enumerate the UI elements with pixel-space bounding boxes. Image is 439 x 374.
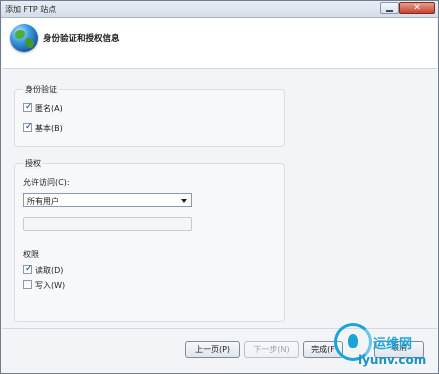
authorization-group-label: 授权 — [23, 158, 43, 169]
write-label: 写入(W) — [35, 281, 66, 290]
authentication-group — [14, 89, 285, 147]
footer-divider — [2, 328, 437, 329]
write-checkbox[interactable] — [23, 280, 32, 289]
allow-access-dropdown[interactable]: 所有用户 — [23, 193, 192, 207]
basic-checkbox[interactable]: ✓ — [23, 122, 33, 132]
next-button[interactable]: 下一步(N) — [244, 341, 299, 358]
globe-icon — [10, 24, 38, 52]
read-checkbox[interactable]: ✓ — [23, 264, 33, 274]
authentication-group-label: 身份验证 — [23, 84, 59, 95]
check-icon: ✓ — [25, 122, 33, 132]
check-icon: ✓ — [25, 264, 33, 274]
previous-button[interactable]: 上一页(P) — [185, 341, 240, 358]
title-bar: 添加 FTP 站点 ✕ — [1, 1, 438, 18]
chevron-down-icon — [181, 199, 187, 203]
users-roles-input[interactable] — [23, 217, 192, 231]
window-title: 添加 FTP 站点 — [5, 5, 57, 14]
basic-label: 基本(B) — [35, 124, 63, 133]
allow-access-value: 所有用户 — [27, 197, 59, 206]
watermark-text: 运维网 — [373, 337, 413, 352]
close-button[interactable]: ✕ — [399, 2, 435, 14]
anonymous-label: 匿名(A) — [35, 104, 63, 113]
wizard-header: 身份验证和授权信息 — [2, 18, 437, 69]
page-title: 身份验证和授权信息 — [43, 34, 120, 44]
check-icon: ✓ — [25, 102, 33, 112]
allow-access-label: 允许访问(C): — [23, 178, 70, 187]
anonymous-checkbox[interactable]: ✓ — [23, 102, 33, 112]
read-label: 读取(D) — [35, 266, 64, 275]
minimize-icon — [386, 10, 393, 12]
watermark-url: iyunv.com — [358, 353, 427, 367]
permissions-label: 权限 — [23, 250, 39, 259]
minimize-button[interactable] — [380, 2, 399, 14]
add-ftp-site-dialog: 添加 FTP 站点 ✕ 身份验证和授权信息 身份验证 ✓ 匿名(A) ✓ 基本(… — [0, 0, 439, 374]
